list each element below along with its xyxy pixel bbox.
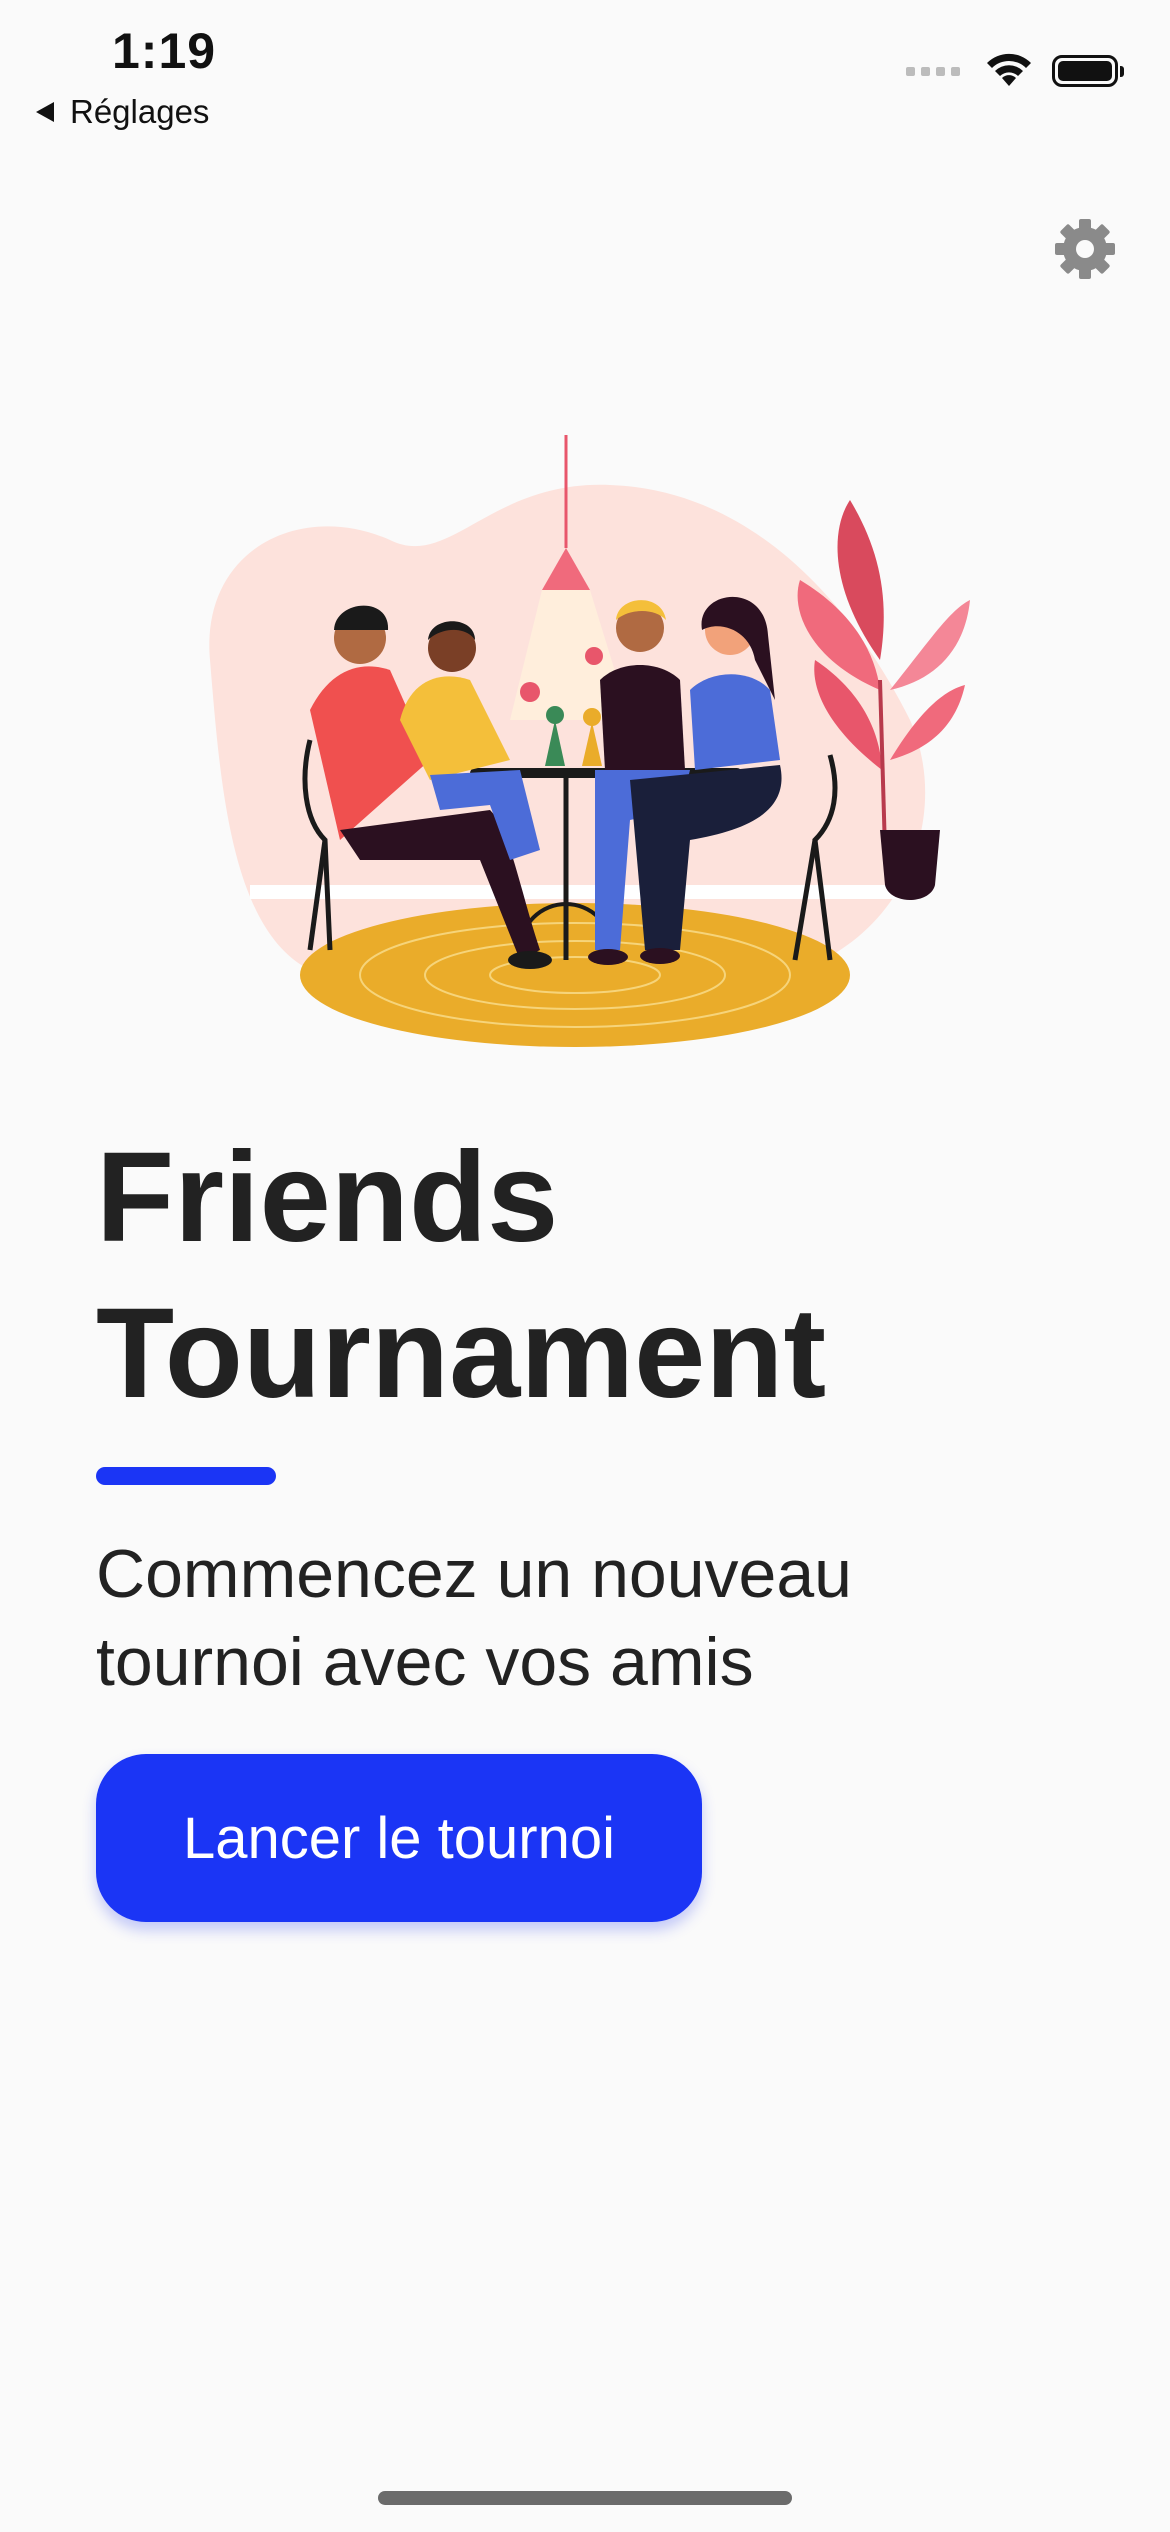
friends-playing-illustration: [209, 435, 970, 1047]
subtitle: Commencez un nouveau tournoi avec vos am…: [96, 1530, 1096, 1706]
wifi-icon: [987, 53, 1031, 86]
home-indicator[interactable]: [378, 2491, 792, 2505]
back-arrow-icon: [36, 102, 54, 122]
title-underline-accent: [96, 1467, 276, 1485]
gear-icon[interactable]: [1052, 216, 1118, 282]
status-time: 1:19: [112, 23, 217, 79]
cellular-signal-icon: [906, 66, 960, 76]
title-line-1: Friends: [96, 1126, 559, 1269]
back-link-label: Réglages: [70, 93, 210, 130]
start-tournament-button[interactable]: Lancer le tournoi: [96, 1754, 702, 1922]
status-indicators: [906, 52, 1124, 90]
subtitle-line-2: tournoi avec vos amis: [96, 1624, 754, 1700]
title-line-2: Tournament: [96, 1282, 827, 1425]
battery-icon: [1052, 55, 1124, 87]
subtitle-line-1: Commencez un nouveau: [96, 1536, 853, 1612]
app-title: Friends Tournament: [96, 1120, 1096, 1432]
back-to-settings-link[interactable]: Réglages: [36, 90, 209, 134]
